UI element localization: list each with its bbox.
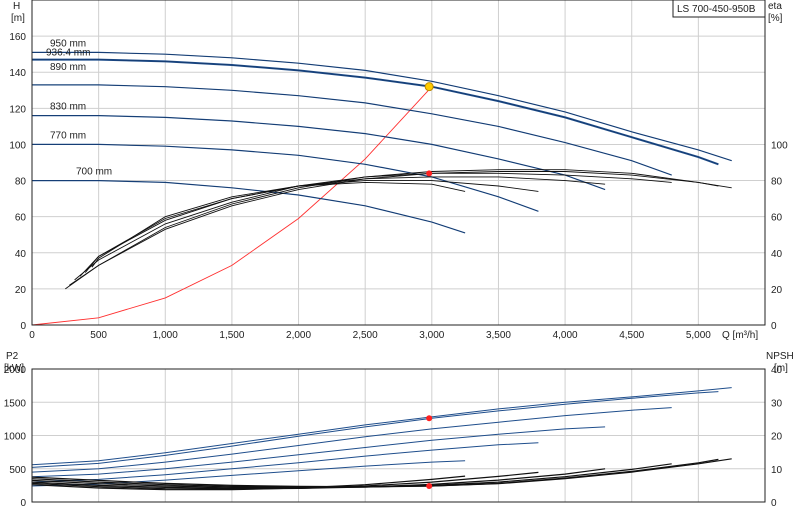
- y2-tick-label: 20: [771, 285, 783, 296]
- head-curve: [32, 143, 539, 212]
- x-tick-label: 3,500: [486, 330, 511, 341]
- npsh-tick-label: 0: [771, 498, 777, 509]
- npsh-tick-label: 10: [771, 465, 783, 476]
- y2-tick-label: 100: [771, 140, 788, 151]
- y-tick-label: 120: [9, 104, 26, 115]
- p2-tick-label: 1500: [4, 398, 27, 409]
- npsh-point: [426, 483, 433, 490]
- head-curve-outline: [32, 180, 466, 234]
- p2-tick-label: 1000: [4, 432, 27, 443]
- x-tick-label: 500: [90, 330, 107, 341]
- x-tick-label: 3,000: [419, 330, 444, 341]
- p2-axis-unit: [kW]: [4, 363, 24, 374]
- efficiency-curve: [74, 172, 672, 281]
- pump-performance-chart: 0 500 1,000 1,500 2,000 2,500 3,000 3,500 4,000 4…: [4, 0, 794, 509]
- power-point: [426, 415, 433, 422]
- y-tick-label: 20: [15, 285, 27, 296]
- x-tick-label: 0: [29, 330, 35, 341]
- y-tick-label: 40: [15, 249, 27, 260]
- y-tick-label: 100: [9, 140, 26, 151]
- p2-axis-label: P2: [6, 351, 19, 362]
- model-label-box: LS 700-450-950B: [672, 0, 766, 18]
- p2-tick-label: 0: [20, 498, 26, 509]
- y-tick-label: 0: [20, 321, 26, 332]
- head-curve-outline: [32, 115, 606, 190]
- p2-tick-label: 500: [9, 465, 26, 476]
- power-curve: [31, 407, 672, 473]
- efficiency-curve: [69, 171, 719, 286]
- x-tick-label: 5,000: [686, 330, 711, 341]
- head-curve-outline: [32, 84, 672, 176]
- y-tick-label: 80: [15, 177, 27, 188]
- y2-axis-label: eta: [768, 1, 782, 12]
- duty-point: [424, 82, 434, 92]
- y-axis-label: H: [13, 1, 20, 12]
- x-tick-label: 2,500: [353, 330, 378, 341]
- x-tick-label: 2,000: [286, 330, 311, 341]
- head-curve: [32, 180, 466, 234]
- npsh-tick-label: 30: [771, 398, 783, 409]
- y-tick-label: 140: [9, 68, 26, 79]
- impeller-diameter-label: 700 mm: [76, 167, 112, 178]
- y-tick-label: 60: [15, 213, 27, 224]
- head-plot-grid: [31, 0, 765, 326]
- model-label: LS 700-450-950B: [677, 4, 756, 15]
- npsh-curve: [31, 458, 732, 488]
- y-tick-label: 160: [9, 32, 26, 43]
- efficiency-point: [426, 170, 433, 177]
- npsh-curve: [31, 458, 719, 488]
- efficiency-curve: [79, 176, 606, 277]
- impeller-diameter-label: 890 mm: [50, 62, 86, 73]
- npsh-tick-label: 20: [771, 432, 783, 443]
- npsh-axis-label: NPSH: [766, 351, 794, 362]
- y2-tick-label: 40: [771, 249, 783, 260]
- efficiency-curve: [91, 181, 466, 268]
- y2-tick-label: 60: [771, 213, 783, 224]
- head-plot-frame: [31, 0, 766, 326]
- x-tick-label: 1,500: [219, 330, 244, 341]
- power-plot-curves: [31, 387, 732, 491]
- y-axis-unit: [m]: [11, 13, 25, 24]
- npsh-curve: [31, 468, 606, 489]
- y2-tick-label: 0: [771, 321, 777, 332]
- head-curve: [32, 115, 606, 191]
- impeller-diameter-label: 770 mm: [50, 130, 86, 141]
- x-axis-label: Q [m³/h]: [722, 330, 758, 341]
- head-curve: [32, 84, 672, 176]
- y2-tick-label: 80: [771, 177, 783, 188]
- x-tick-label: 4,000: [553, 330, 578, 341]
- head-plot-curves: [31, 51, 732, 326]
- x-tick-label: 4,500: [619, 330, 644, 341]
- impeller-diameter-label: 830 mm: [50, 102, 86, 113]
- npsh-axis-unit: [m]: [774, 363, 788, 374]
- impeller-diameter-label: 936.4 mm: [46, 47, 90, 58]
- x-tick-label: 1,000: [153, 330, 178, 341]
- y2-axis-unit: [%]: [768, 13, 783, 24]
